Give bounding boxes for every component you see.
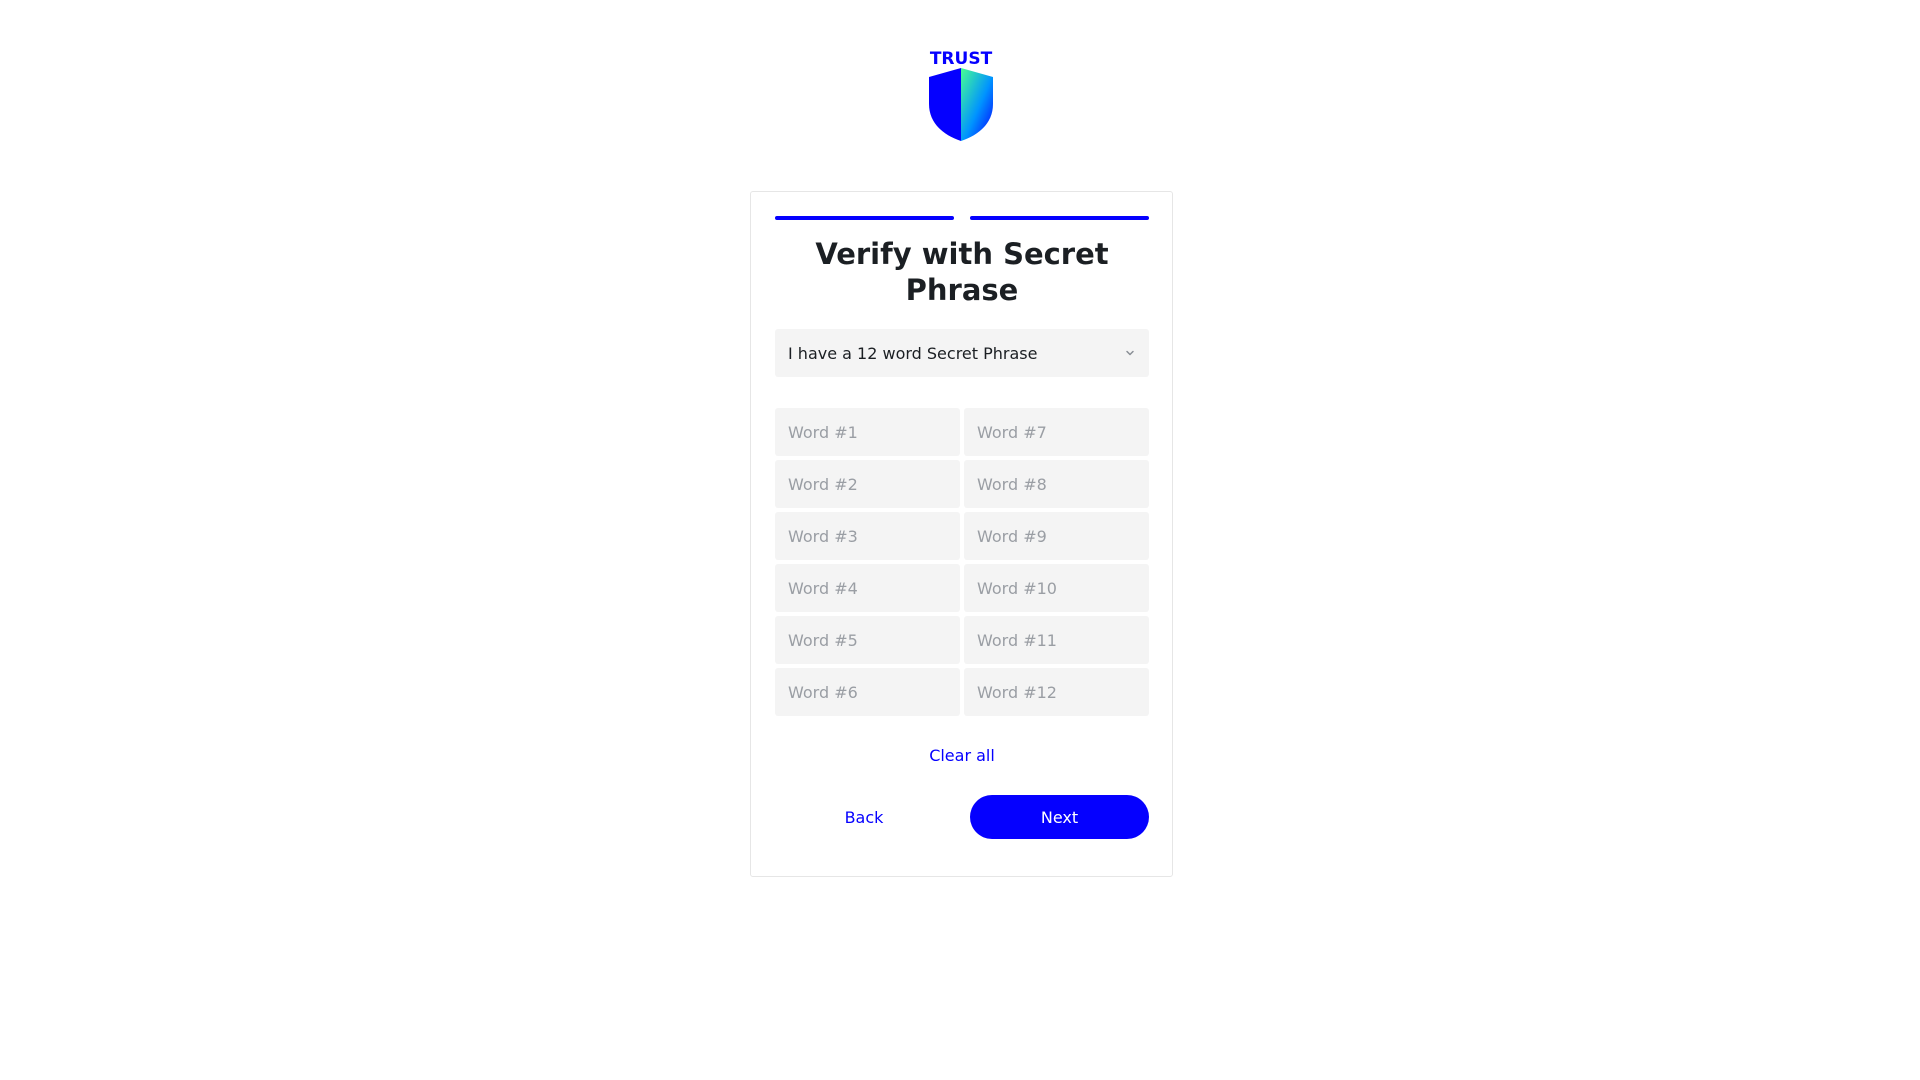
word-input-9[interactable] [964,512,1149,560]
phrase-length-value: I have a 12 word Secret Phrase [788,343,1038,363]
trust-logo: TRUST [929,49,993,141]
word-input-3[interactable] [775,512,960,560]
word-input-12[interactable] [964,668,1149,716]
trust-wordmark: TRUST [930,49,993,67]
word-input-7[interactable] [964,408,1149,456]
clear-all-link[interactable]: Clear all [775,746,1149,765]
page-title: Verify with Secret Phrase [815,237,1109,307]
word-input-11[interactable] [964,616,1149,664]
secret-phrase-grid [775,408,1149,716]
svg-text:TRUST: TRUST [930,49,993,67]
verify-card: Verify with Secret Phrase I have a 12 wo… [750,191,1173,877]
word-input-5[interactable] [775,616,960,664]
word-input-10[interactable] [964,564,1149,612]
progress-bar [775,216,1149,220]
word-input-2[interactable] [775,460,960,508]
progress-step-1 [775,216,954,220]
back-button[interactable]: Back [775,795,953,839]
word-input-1[interactable] [775,408,960,456]
word-input-4[interactable] [775,564,960,612]
word-input-6[interactable] [775,668,960,716]
next-button[interactable]: Next [970,795,1149,839]
chevron-down-icon [1126,350,1134,356]
phrase-length-select[interactable]: I have a 12 word Secret Phrase [775,329,1149,377]
progress-step-2 [970,216,1149,220]
word-input-8[interactable] [964,460,1149,508]
shield-icon [929,68,993,141]
